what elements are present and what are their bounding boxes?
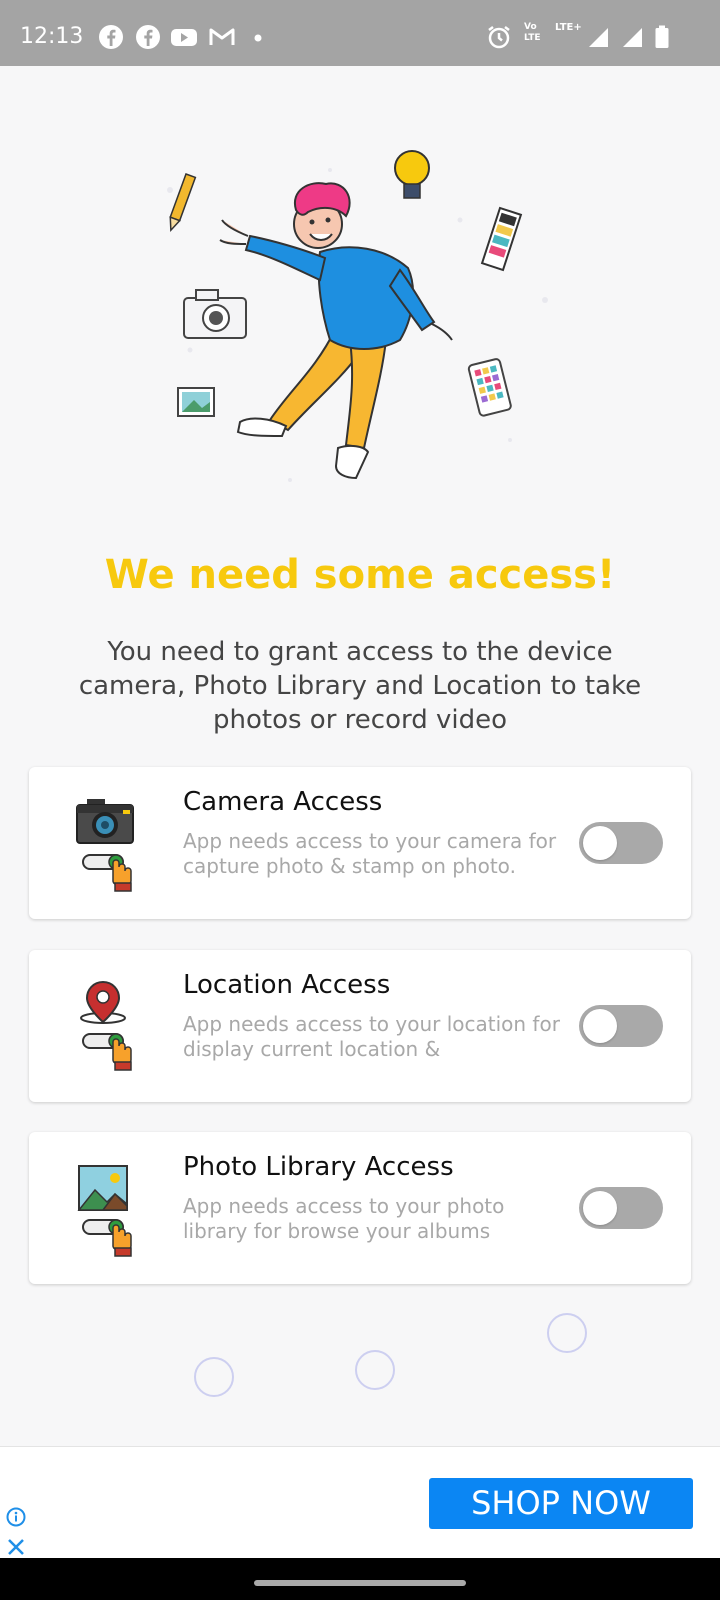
location-access-toggle[interactable] (579, 1005, 663, 1047)
camera-access-toggle[interactable] (579, 822, 663, 864)
photo-library-access-card: Photo Library Access App needs access to… (29, 1132, 691, 1284)
phone-doodle-icon (467, 358, 512, 417)
toggle-knob (583, 826, 617, 860)
location-pin-icon (80, 980, 132, 1071)
page-headline: We need some access! (104, 552, 616, 598)
hero-illustration (167, 150, 548, 482)
photo-library-access-title: Photo Library Access (183, 1152, 454, 1182)
gmail-icon (209, 28, 235, 45)
facebook-icon (99, 25, 123, 49)
location-access-card: Location Access App needs access to your… (29, 950, 691, 1102)
alarm-icon (488, 26, 510, 49)
signal-icon (623, 28, 642, 47)
dot-icon (254, 34, 262, 42)
lte-signal-icon (589, 28, 608, 47)
decorative-circle (194, 1357, 234, 1397)
location-access-description: App needs access to your location for di… (183, 1012, 560, 1061)
camera-doodle-icon (183, 289, 247, 339)
toggle-knob (583, 1009, 617, 1043)
palette-card-icon (480, 206, 523, 272)
ad-info-icon[interactable] (6, 1507, 26, 1527)
camera-access-description: App needs access to your camera for capt… (183, 829, 557, 878)
status-bar: 12:13 Vo LTE LTE+ (0, 0, 720, 66)
network-label: LTE+ (555, 22, 582, 33)
ad-close-icon[interactable] (6, 1537, 26, 1557)
shop-now-button[interactable]: SHOP NOW (429, 1478, 693, 1529)
pencil-icon (169, 173, 197, 233)
lte-label: LTE (524, 33, 541, 43)
photo-doodle-icon (177, 387, 215, 417)
toggle-knob (583, 1191, 617, 1225)
battery-icon (655, 25, 669, 48)
light-bulb-icon (394, 150, 430, 199)
ad-banner[interactable]: SHOP NOW (0, 1446, 720, 1558)
status-time: 12:13 (20, 24, 84, 49)
person-illustration (219, 182, 453, 480)
navigation-bar (0, 1558, 720, 1600)
facebook-icon (136, 25, 160, 49)
photo-library-icon (77, 1165, 132, 1257)
photo-library-access-toggle[interactable] (579, 1187, 663, 1229)
volte-icon: Vo LTE (524, 22, 554, 50)
home-gesture-handle[interactable] (254, 1580, 466, 1586)
youtube-icon (171, 29, 197, 46)
photo-library-access-description: App needs access to your photo library f… (183, 1194, 505, 1243)
page-description: You need to grant access to the device c… (78, 637, 642, 735)
decorative-circle (355, 1350, 395, 1390)
camera-access-title: Camera Access (183, 787, 383, 817)
camera-access-card: Camera Access App needs access to your c… (29, 767, 691, 919)
decorative-circle (547, 1313, 587, 1353)
volte-label: Vo (524, 22, 537, 32)
camera-icon (76, 799, 134, 892)
location-access-title: Location Access (183, 970, 391, 1000)
